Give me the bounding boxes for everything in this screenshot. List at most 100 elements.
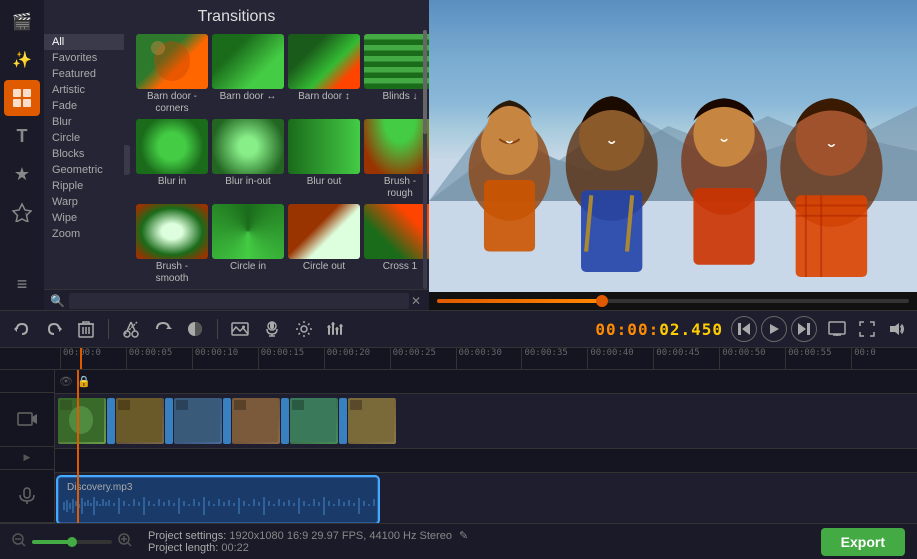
transition-barn-door-corners[interactable]: Barn door -corners	[136, 34, 208, 115]
export-button[interactable]: Export	[821, 528, 905, 556]
cat-featured[interactable]: Featured	[44, 66, 124, 82]
timecode-main: 00:00:	[595, 320, 659, 339]
cat-favorites[interactable]: Favorites	[44, 50, 124, 66]
preview-progress	[429, 292, 917, 310]
eye-button[interactable]: 👁	[59, 375, 73, 388]
transition-label: Blur in	[158, 176, 186, 188]
cat-blur[interactable]: Blur	[44, 114, 124, 130]
collapse-panel-button[interactable]: ‹	[124, 145, 130, 175]
cat-blocks[interactable]: Blocks	[44, 146, 124, 162]
transition-cross1[interactable]: Cross 1	[364, 204, 429, 285]
fullscreen-button[interactable]	[855, 317, 879, 341]
app-container: 🎬 ✨ T ★ ≡ Transitions All Favorites Feat…	[0, 0, 917, 559]
equalizer-button[interactable]	[322, 315, 350, 343]
timecode-highlight: 02.450	[659, 320, 723, 339]
transition-label: Circle in	[230, 261, 266, 273]
volume-button[interactable]	[885, 317, 909, 341]
video-track-label	[0, 393, 54, 446]
transition-blur-in[interactable]: Blur in	[136, 119, 208, 200]
sidebar-icon-film[interactable]: 🎬	[4, 4, 40, 40]
track-header-spacer	[0, 370, 54, 393]
undo-button[interactable]	[8, 315, 36, 343]
timecode-display: 00:00:02.450	[595, 320, 723, 339]
progress-track[interactable]	[437, 299, 909, 303]
playhead[interactable]	[80, 348, 82, 369]
cat-wipe[interactable]: Wipe	[44, 210, 124, 226]
toolbar-right: 00:00:02.450	[595, 316, 909, 342]
transition-label: Barn door -corners	[147, 91, 197, 115]
audio-track-label: ▶	[0, 447, 54, 470]
color-button[interactable]	[181, 315, 209, 343]
scale-minus-button[interactable]	[12, 533, 26, 550]
panel-content: All Favorites Featured Artistic Fade Blu…	[44, 30, 429, 289]
image-button[interactable]	[226, 315, 254, 343]
cat-ripple[interactable]: Ripple	[44, 178, 124, 194]
cut-button[interactable]	[117, 315, 145, 343]
project-edit-button[interactable]: ✎	[459, 530, 468, 542]
transition-blinds[interactable]: Blinds ↓	[364, 34, 429, 115]
preview-actions	[825, 317, 909, 341]
export-frame-button[interactable]	[825, 317, 849, 341]
toolbar-separator	[108, 319, 109, 339]
transition-label: Blinds ↓	[382, 91, 417, 103]
scroll-bar[interactable]	[423, 30, 427, 289]
cat-warp[interactable]: Warp	[44, 194, 124, 210]
scale-track[interactable]	[32, 540, 112, 544]
transition-barn-door-h[interactable]: Barn door ↔	[212, 34, 284, 115]
transition-indicator-4	[281, 398, 289, 444]
play-pause-button[interactable]	[761, 316, 787, 342]
preview-video	[429, 0, 917, 292]
sidebar-icon-menu[interactable]: ≡	[4, 266, 40, 302]
sidebar-icon-star[interactable]: ★	[4, 156, 40, 192]
scale-plus-button[interactable]	[118, 533, 132, 550]
timeline-tracks: ▶ 👁 🔒	[0, 370, 917, 523]
thumbnails-area: ‹ Barn door -corners	[124, 30, 429, 289]
rotate-button[interactable]	[149, 315, 177, 343]
cat-fade[interactable]: Fade	[44, 98, 124, 114]
search-clear-button[interactable]: ✕	[409, 294, 423, 308]
transition-brush-rough[interactable]: Brush -rough	[364, 119, 429, 200]
settings-button[interactable]	[290, 315, 318, 343]
transition-circle-out[interactable]: Circle out	[288, 204, 360, 285]
sidebar-icon-fx[interactable]	[4, 194, 40, 230]
transition-label: Barn door ↔	[220, 91, 277, 103]
clip-thumb-1	[58, 398, 106, 444]
cat-zoom[interactable]: Zoom	[44, 226, 124, 242]
lock-button[interactable]: 🔒	[77, 375, 91, 388]
transition-indicator	[107, 398, 115, 444]
ruler-mark: 00:00:25	[390, 348, 456, 369]
video-clip[interactable]	[58, 397, 396, 445]
sidebar-icon-transitions[interactable]	[4, 80, 40, 116]
skip-back-button[interactable]	[731, 316, 757, 342]
ruler-mark: 00:00:20	[324, 348, 390, 369]
sidebar-icon-text[interactable]: T	[4, 118, 40, 154]
transition-label: Cross 1	[383, 261, 417, 273]
project-settings-row: Project settings: 1920x1080 16:9 29.97 F…	[148, 529, 821, 542]
ruler-mark: 00:00:50	[719, 348, 785, 369]
track-controls-row: 👁 🔒	[55, 370, 917, 394]
preview-area	[429, 0, 917, 310]
audio-clip[interactable]: Discovery.mp3	[58, 477, 378, 523]
search-input[interactable]	[69, 293, 409, 309]
scroll-thumb	[423, 30, 427, 134]
transition-blur-out[interactable]: Blur out	[288, 119, 360, 200]
transition-label: Brush -smooth	[156, 261, 189, 285]
delete-button[interactable]	[72, 315, 100, 343]
ruler-mark: 00:0	[851, 348, 917, 369]
transition-label: Barn door ↕	[298, 91, 350, 103]
transition-blur-inout[interactable]: Blur in-out	[212, 119, 284, 200]
transition-barn-door-v[interactable]: Barn door ↕	[288, 34, 360, 115]
redo-button[interactable]	[40, 315, 68, 343]
cat-artistic[interactable]: Artistic	[44, 82, 124, 98]
transition-brush-smooth[interactable]: Brush -smooth	[136, 204, 208, 285]
sidebar-icon-magic[interactable]: ✨	[4, 42, 40, 78]
audio-button[interactable]	[258, 315, 286, 343]
ruler-mark: 00:00:05	[126, 348, 192, 369]
cat-circle[interactable]: Circle	[44, 130, 124, 146]
skip-forward-button[interactable]	[791, 316, 817, 342]
cat-geometric[interactable]: Geometric	[44, 162, 124, 178]
cat-all[interactable]: All	[44, 34, 124, 50]
transition-circle-in[interactable]: Circle in	[212, 204, 284, 285]
transitions-panel: Transitions All Favorites Featured Artis…	[44, 0, 429, 310]
project-length-value: 00:22	[221, 542, 249, 554]
